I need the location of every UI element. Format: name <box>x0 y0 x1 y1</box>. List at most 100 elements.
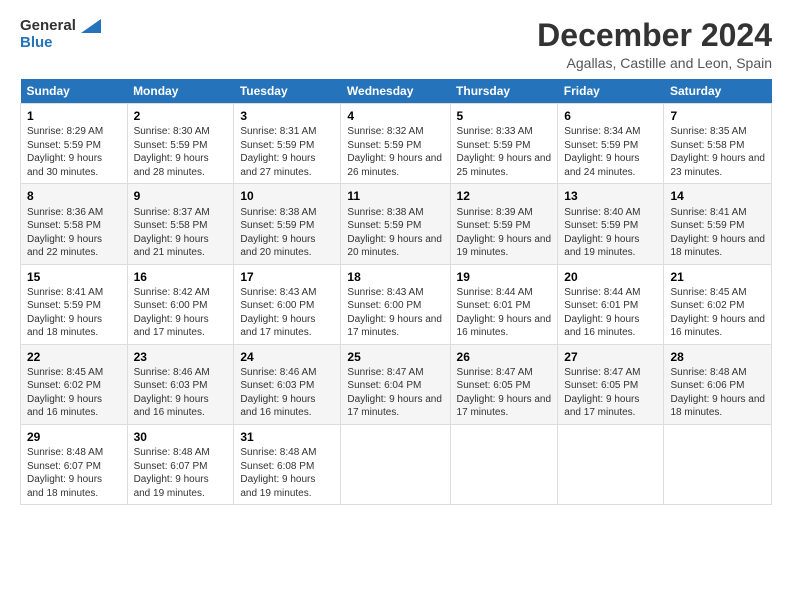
calendar-cell: 2Sunrise: 8:30 AMSunset: 5:59 PMDaylight… <box>127 104 234 184</box>
daylight-text: Daylight: 9 hours and 16 minutes. <box>134 393 228 420</box>
sunset-text: Sunset: 6:07 PM <box>134 460 228 474</box>
sunrise-text: Sunrise: 8:46 AM <box>134 366 228 380</box>
sunset-text: Sunset: 6:01 PM <box>457 299 552 313</box>
sunrise-text: Sunrise: 8:48 AM <box>670 366 765 380</box>
daylight-text: Daylight: 9 hours and 16 minutes. <box>27 393 121 420</box>
calendar-cell <box>664 424 772 504</box>
sunset-text: Sunset: 5:59 PM <box>564 219 657 233</box>
logo-icon <box>81 19 101 33</box>
sunrise-text: Sunrise: 8:45 AM <box>27 366 121 380</box>
header-wednesday: Wednesday <box>341 79 450 104</box>
calendar-cell <box>450 424 558 504</box>
header-tuesday: Tuesday <box>234 79 341 104</box>
sunset-text: Sunset: 5:58 PM <box>134 219 228 233</box>
sunset-text: Sunset: 5:59 PM <box>457 219 552 233</box>
logo-blue: Blue <box>20 35 53 52</box>
sunrise-text: Sunrise: 8:38 AM <box>240 206 334 220</box>
sunrise-text: Sunrise: 8:33 AM <box>457 125 552 139</box>
logo: General Blue <box>20 18 101 51</box>
day-number: 1 <box>27 108 121 124</box>
header-thursday: Thursday <box>450 79 558 104</box>
sunrise-text: Sunrise: 8:43 AM <box>240 286 334 300</box>
header-monday: Monday <box>127 79 234 104</box>
daylight-text: Daylight: 9 hours and 17 minutes. <box>240 313 334 340</box>
day-number: 25 <box>347 349 443 365</box>
sunrise-text: Sunrise: 8:44 AM <box>564 286 657 300</box>
subtitle: Agallas, Castille and Leon, Spain <box>537 55 772 71</box>
sunrise-text: Sunrise: 8:48 AM <box>27 446 121 460</box>
calendar-cell: 23Sunrise: 8:46 AMSunset: 6:03 PMDayligh… <box>127 344 234 424</box>
calendar-cell <box>558 424 664 504</box>
sunrise-text: Sunrise: 8:46 AM <box>240 366 334 380</box>
calendar-cell: 29Sunrise: 8:48 AMSunset: 6:07 PMDayligh… <box>21 424 128 504</box>
sunrise-text: Sunrise: 8:41 AM <box>670 206 765 220</box>
day-number: 22 <box>27 349 121 365</box>
sunrise-text: Sunrise: 8:39 AM <box>457 206 552 220</box>
calendar-cell: 6Sunrise: 8:34 AMSunset: 5:59 PMDaylight… <box>558 104 664 184</box>
day-number: 31 <box>240 429 334 445</box>
sunset-text: Sunset: 6:00 PM <box>240 299 334 313</box>
sunset-text: Sunset: 5:59 PM <box>670 219 765 233</box>
day-number: 20 <box>564 269 657 285</box>
calendar-cell: 21Sunrise: 8:45 AMSunset: 6:02 PMDayligh… <box>664 264 772 344</box>
calendar-week-2: 8Sunrise: 8:36 AMSunset: 5:58 PMDaylight… <box>21 184 772 264</box>
sunrise-text: Sunrise: 8:31 AM <box>240 125 334 139</box>
sunset-text: Sunset: 5:58 PM <box>27 219 121 233</box>
daylight-text: Daylight: 9 hours and 19 minutes. <box>240 473 334 500</box>
daylight-text: Daylight: 9 hours and 17 minutes. <box>134 313 228 340</box>
calendar-cell: 7Sunrise: 8:35 AMSunset: 5:58 PMDaylight… <box>664 104 772 184</box>
day-number: 28 <box>670 349 765 365</box>
main-title: December 2024 <box>537 18 772 53</box>
day-number: 30 <box>134 429 228 445</box>
sunrise-text: Sunrise: 8:43 AM <box>347 286 443 300</box>
day-number: 9 <box>134 188 228 204</box>
calendar-week-1: 1Sunrise: 8:29 AMSunset: 5:59 PMDaylight… <box>21 104 772 184</box>
sunrise-text: Sunrise: 8:47 AM <box>347 366 443 380</box>
sunset-text: Sunset: 6:01 PM <box>564 299 657 313</box>
calendar-cell: 18Sunrise: 8:43 AMSunset: 6:00 PMDayligh… <box>341 264 450 344</box>
day-number: 19 <box>457 269 552 285</box>
sunrise-text: Sunrise: 8:36 AM <box>27 206 121 220</box>
daylight-text: Daylight: 9 hours and 17 minutes. <box>457 393 552 420</box>
sunset-text: Sunset: 5:59 PM <box>27 139 121 153</box>
calendar-cell: 28Sunrise: 8:48 AMSunset: 6:06 PMDayligh… <box>664 344 772 424</box>
day-number: 7 <box>670 108 765 124</box>
calendar-cell: 13Sunrise: 8:40 AMSunset: 5:59 PMDayligh… <box>558 184 664 264</box>
sunset-text: Sunset: 5:59 PM <box>347 219 443 233</box>
logo-general: General <box>20 17 76 34</box>
sunrise-text: Sunrise: 8:35 AM <box>670 125 765 139</box>
day-number: 15 <box>27 269 121 285</box>
sunrise-text: Sunrise: 8:37 AM <box>134 206 228 220</box>
calendar-cell: 8Sunrise: 8:36 AMSunset: 5:58 PMDaylight… <box>21 184 128 264</box>
daylight-text: Daylight: 9 hours and 22 minutes. <box>27 233 121 260</box>
daylight-text: Daylight: 9 hours and 19 minutes. <box>564 233 657 260</box>
daylight-text: Daylight: 9 hours and 21 minutes. <box>134 233 228 260</box>
sunset-text: Sunset: 5:59 PM <box>564 139 657 153</box>
calendar-cell: 19Sunrise: 8:44 AMSunset: 6:01 PMDayligh… <box>450 264 558 344</box>
sunset-text: Sunset: 6:02 PM <box>670 299 765 313</box>
sunrise-text: Sunrise: 8:32 AM <box>347 125 443 139</box>
daylight-text: Daylight: 9 hours and 25 minutes. <box>457 152 552 179</box>
daylight-text: Daylight: 9 hours and 18 minutes. <box>670 393 765 420</box>
sunset-text: Sunset: 5:58 PM <box>670 139 765 153</box>
calendar-cell: 4Sunrise: 8:32 AMSunset: 5:59 PMDaylight… <box>341 104 450 184</box>
day-number: 26 <box>457 349 552 365</box>
sunrise-text: Sunrise: 8:47 AM <box>457 366 552 380</box>
calendar-cell: 25Sunrise: 8:47 AMSunset: 6:04 PMDayligh… <box>341 344 450 424</box>
daylight-text: Daylight: 9 hours and 17 minutes. <box>347 393 443 420</box>
sunrise-text: Sunrise: 8:30 AM <box>134 125 228 139</box>
daylight-text: Daylight: 9 hours and 23 minutes. <box>670 152 765 179</box>
calendar-cell: 12Sunrise: 8:39 AMSunset: 5:59 PMDayligh… <box>450 184 558 264</box>
calendar-cell: 24Sunrise: 8:46 AMSunset: 6:03 PMDayligh… <box>234 344 341 424</box>
calendar-cell: 26Sunrise: 8:47 AMSunset: 6:05 PMDayligh… <box>450 344 558 424</box>
calendar-cell: 27Sunrise: 8:47 AMSunset: 6:05 PMDayligh… <box>558 344 664 424</box>
day-number: 6 <box>564 108 657 124</box>
daylight-text: Daylight: 9 hours and 16 minutes. <box>240 393 334 420</box>
daylight-text: Daylight: 9 hours and 18 minutes. <box>670 233 765 260</box>
calendar-cell: 1Sunrise: 8:29 AMSunset: 5:59 PMDaylight… <box>21 104 128 184</box>
day-number: 12 <box>457 188 552 204</box>
sunset-text: Sunset: 6:06 PM <box>670 379 765 393</box>
sunset-text: Sunset: 5:59 PM <box>134 139 228 153</box>
calendar-cell: 16Sunrise: 8:42 AMSunset: 6:00 PMDayligh… <box>127 264 234 344</box>
day-number: 14 <box>670 188 765 204</box>
